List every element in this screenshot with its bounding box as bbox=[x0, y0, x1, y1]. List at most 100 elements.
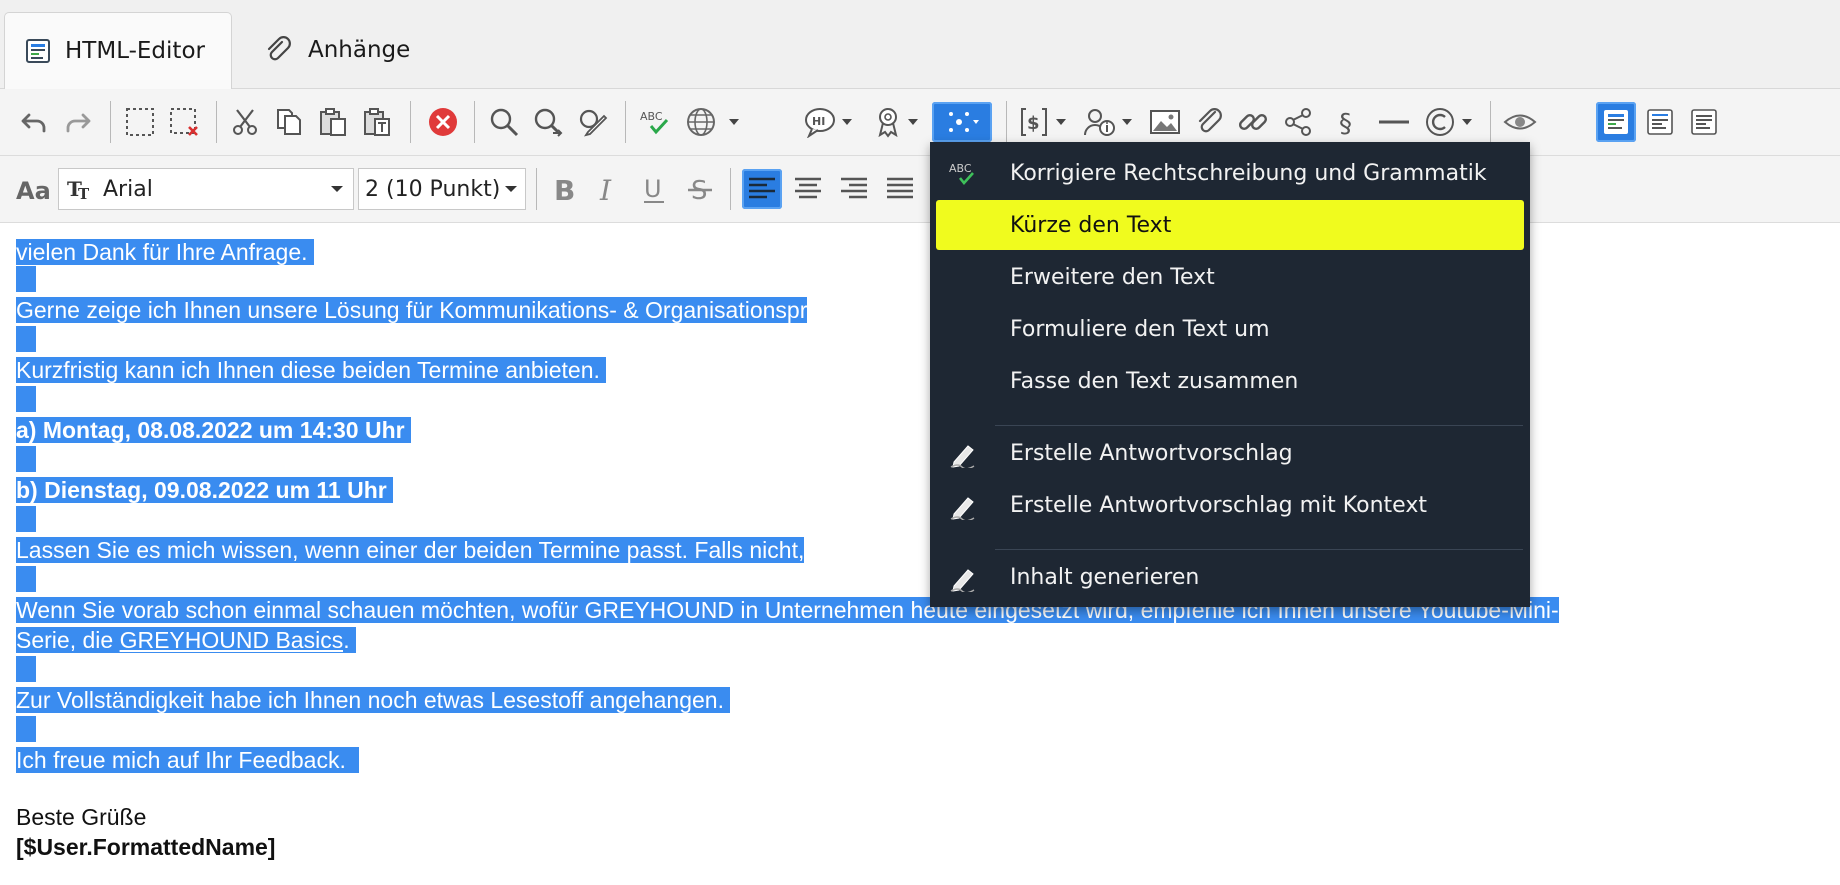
svg-text:ABC: ABC bbox=[640, 110, 663, 123]
italic-button[interactable]: I bbox=[588, 169, 628, 209]
section-sign-icon: § bbox=[1339, 109, 1352, 138]
select-all-button[interactable] bbox=[120, 102, 160, 142]
search-next-icon bbox=[534, 108, 563, 137]
toolbar-separator bbox=[410, 101, 411, 143]
toolbar-separator bbox=[216, 101, 217, 143]
menu-item-rephrase-text[interactable]: Formuliere den Text um bbox=[936, 304, 1524, 354]
share-button[interactable] bbox=[1278, 102, 1318, 142]
font-size-select[interactable]: 2 (10 Punkt) bbox=[358, 168, 526, 210]
svg-text:I: I bbox=[599, 174, 612, 204]
font-icon: TT bbox=[67, 177, 90, 202]
link-icon bbox=[1238, 113, 1268, 131]
variables-dropdown[interactable] bbox=[1054, 102, 1068, 142]
delete-button[interactable] bbox=[423, 102, 463, 142]
search-button[interactable] bbox=[484, 102, 524, 142]
underline-button[interactable]: U bbox=[634, 169, 674, 209]
paste-text-button[interactable] bbox=[357, 102, 397, 142]
menu-item-correct-spelling[interactable]: ABC Korrigiere Rechtschreibung und Gramm… bbox=[936, 148, 1524, 198]
greeting-button[interactable]: HI bbox=[800, 102, 840, 142]
toolbar-separator bbox=[1006, 101, 1007, 143]
plain-text-icon bbox=[1691, 109, 1717, 135]
empty-selected-line bbox=[16, 386, 36, 412]
svg-text:HI: HI bbox=[812, 115, 825, 128]
justify-button[interactable] bbox=[880, 169, 920, 209]
menu-separator bbox=[995, 425, 1523, 426]
greeting-dropdown[interactable] bbox=[840, 102, 854, 142]
text-line: Kurzfristig kann ich Ihnen diese beiden … bbox=[16, 357, 607, 384]
undo-button[interactable] bbox=[14, 102, 54, 142]
font-family-value: Arial bbox=[103, 176, 153, 202]
paragraph-sign-button[interactable]: § bbox=[1328, 102, 1368, 142]
menu-item-summarize-text[interactable]: Fasse den Text zusammen bbox=[936, 356, 1524, 406]
insert-attachment-button[interactable] bbox=[1189, 102, 1229, 142]
contact-info-dropdown[interactable] bbox=[1120, 102, 1134, 142]
speech-bubble-icon: HI bbox=[805, 108, 835, 138]
toolbar-separator bbox=[536, 168, 537, 210]
greyhound-basics-link[interactable]: GREYHOUND Basics bbox=[119, 627, 344, 653]
search-next-button[interactable] bbox=[528, 102, 568, 142]
align-right-button[interactable] bbox=[834, 169, 874, 209]
paste-icon bbox=[320, 108, 346, 136]
signature-button[interactable] bbox=[868, 102, 908, 142]
text-line: Ich freue mich auf Ihr Feedback. bbox=[16, 747, 359, 774]
special-chars-dropdown[interactable] bbox=[1460, 102, 1474, 142]
empty-selected-line bbox=[16, 266, 36, 292]
ai-assistant-button[interactable] bbox=[932, 102, 992, 142]
bold-button[interactable]: B bbox=[544, 169, 584, 209]
pen-icon bbox=[950, 569, 975, 592]
search-icon bbox=[490, 108, 519, 137]
chevron-down-icon bbox=[1122, 119, 1132, 125]
select-all-icon bbox=[126, 108, 154, 136]
spellcheck-icon: ABC bbox=[640, 110, 669, 135]
view-formatted-text-button[interactable] bbox=[1640, 102, 1680, 142]
spellcheck-icon: ABC bbox=[949, 162, 974, 186]
closing-line: Beste Grüße bbox=[16, 804, 147, 830]
paperclip-icon bbox=[267, 36, 291, 61]
chevron-down-icon bbox=[908, 119, 918, 125]
cut-button[interactable] bbox=[225, 102, 265, 142]
underline-icon: U bbox=[644, 175, 664, 203]
redo-button[interactable] bbox=[58, 102, 98, 142]
paperclip-icon bbox=[1198, 108, 1222, 133]
language-button[interactable] bbox=[681, 102, 721, 142]
view-plain-text-button[interactable] bbox=[1684, 102, 1724, 142]
variables-button[interactable]: $ bbox=[1014, 102, 1054, 142]
replace-button[interactable] bbox=[572, 102, 612, 142]
insert-image-button[interactable] bbox=[1145, 102, 1185, 142]
redo-icon bbox=[66, 113, 91, 133]
font-family-select[interactable]: TT Arial bbox=[58, 168, 354, 210]
tab-html-editor[interactable]: HTML-Editor bbox=[4, 12, 232, 89]
language-dropdown[interactable] bbox=[727, 102, 741, 142]
insert-link-button[interactable] bbox=[1233, 102, 1273, 142]
special-chars-button[interactable] bbox=[1420, 102, 1460, 142]
chevron-down-icon bbox=[331, 186, 343, 192]
align-center-button[interactable] bbox=[788, 169, 828, 209]
paste-button[interactable] bbox=[313, 102, 353, 142]
deselect-button[interactable] bbox=[164, 102, 204, 142]
menu-item-expand-text[interactable]: Erweitere den Text bbox=[936, 252, 1524, 302]
horizontal-rule-button[interactable] bbox=[1374, 102, 1414, 142]
strikethrough-button[interactable]: S bbox=[680, 169, 720, 209]
signature-dropdown[interactable] bbox=[906, 102, 920, 142]
toolbar-separator bbox=[474, 101, 475, 143]
editor-content[interactable]: vielen Dank für Ihre Anfrage. Gerne zeig… bbox=[0, 223, 1840, 885]
menu-item-create-reply-context[interactable]: Erstelle Antwortvorschlag mit Kontext bbox=[936, 480, 1524, 530]
font-styles-button[interactable]: Aa bbox=[14, 169, 54, 209]
contact-info-button[interactable] bbox=[1080, 102, 1120, 142]
text-line: Lassen Sie es mich wissen, wenn einer de… bbox=[16, 537, 805, 563]
paste-text-icon bbox=[364, 108, 390, 136]
copy-button[interactable] bbox=[269, 102, 309, 142]
share-icon bbox=[1285, 108, 1311, 136]
view-html-editor-button[interactable] bbox=[1596, 102, 1636, 142]
svg-text:T: T bbox=[78, 185, 90, 202]
menu-item-shorten-text[interactable]: Kürze den Text bbox=[936, 200, 1524, 250]
menu-item-create-reply[interactable]: Erstelle Antwortvorschlag bbox=[936, 428, 1524, 478]
align-left-button[interactable] bbox=[742, 169, 782, 209]
menu-item-generate-content[interactable]: Inhalt generieren bbox=[936, 552, 1524, 602]
toolbar-separator bbox=[730, 168, 731, 210]
tab-attachments[interactable]: Anhänge bbox=[262, 12, 410, 88]
spellcheck-button[interactable]: ABC bbox=[636, 102, 676, 142]
preview-button[interactable] bbox=[1500, 102, 1540, 142]
menu-separator bbox=[995, 549, 1523, 550]
delete-circle-icon bbox=[429, 108, 457, 136]
